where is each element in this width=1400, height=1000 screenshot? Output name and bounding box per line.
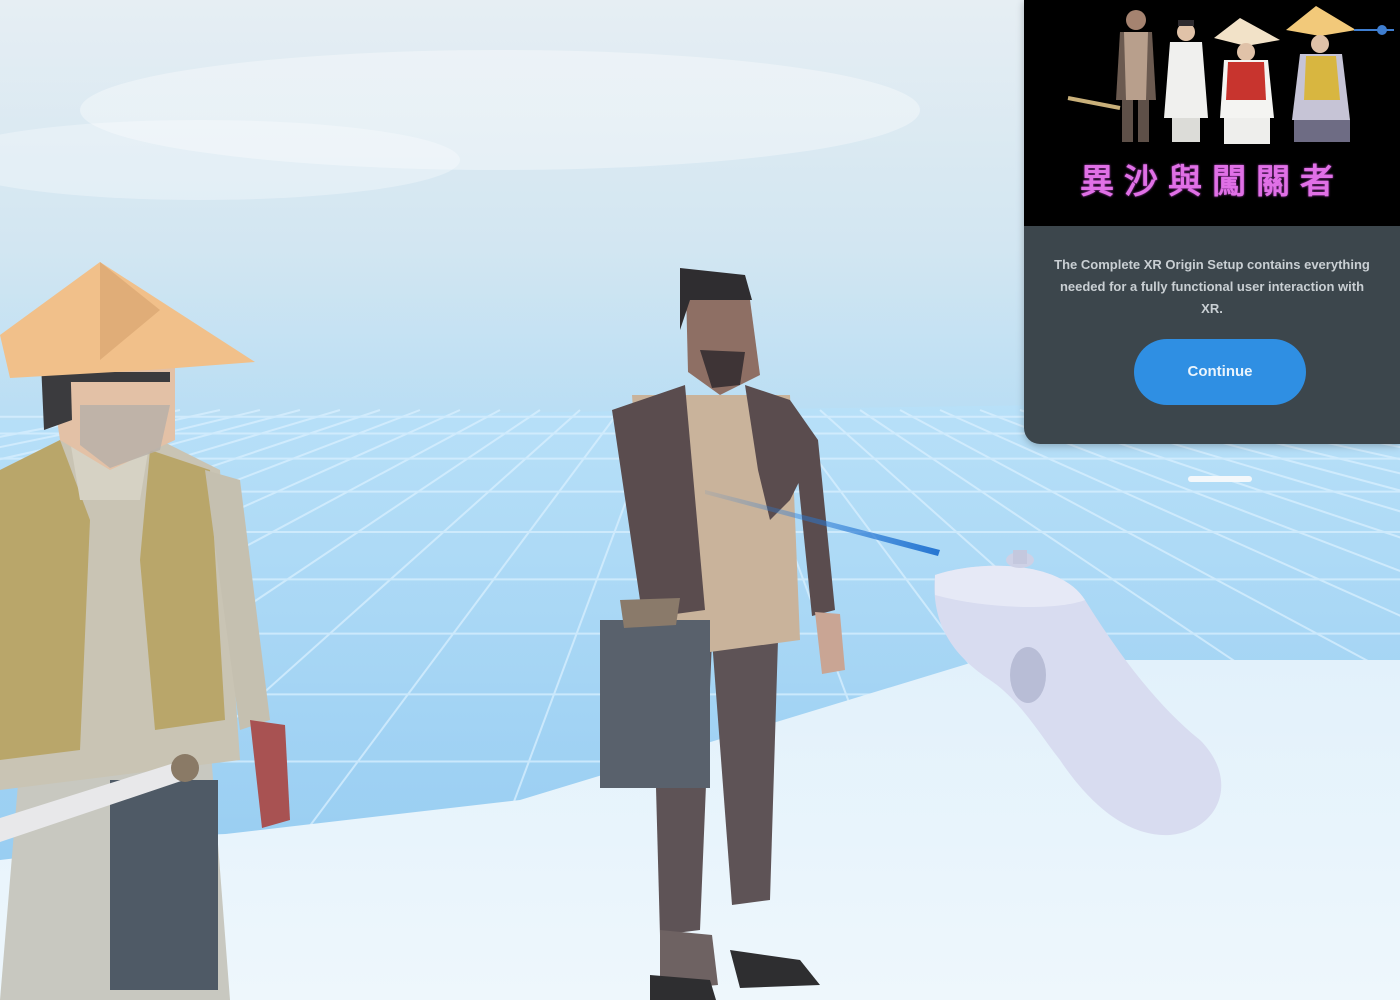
continue-button[interactable]: Continue (1134, 339, 1306, 405)
banner-title: 異沙與闖關者 (1080, 162, 1344, 202)
panel-description: The Complete XR Origin Setup contains ev… (1054, 257, 1370, 316)
xr-dialog-panel: 異沙與闖關者 The Complete XR Origin Setup cont… (1024, 0, 1400, 444)
panel-drag-handle[interactable] (1188, 476, 1252, 482)
panel-banner: 異沙與闖關者 (1024, 0, 1400, 226)
